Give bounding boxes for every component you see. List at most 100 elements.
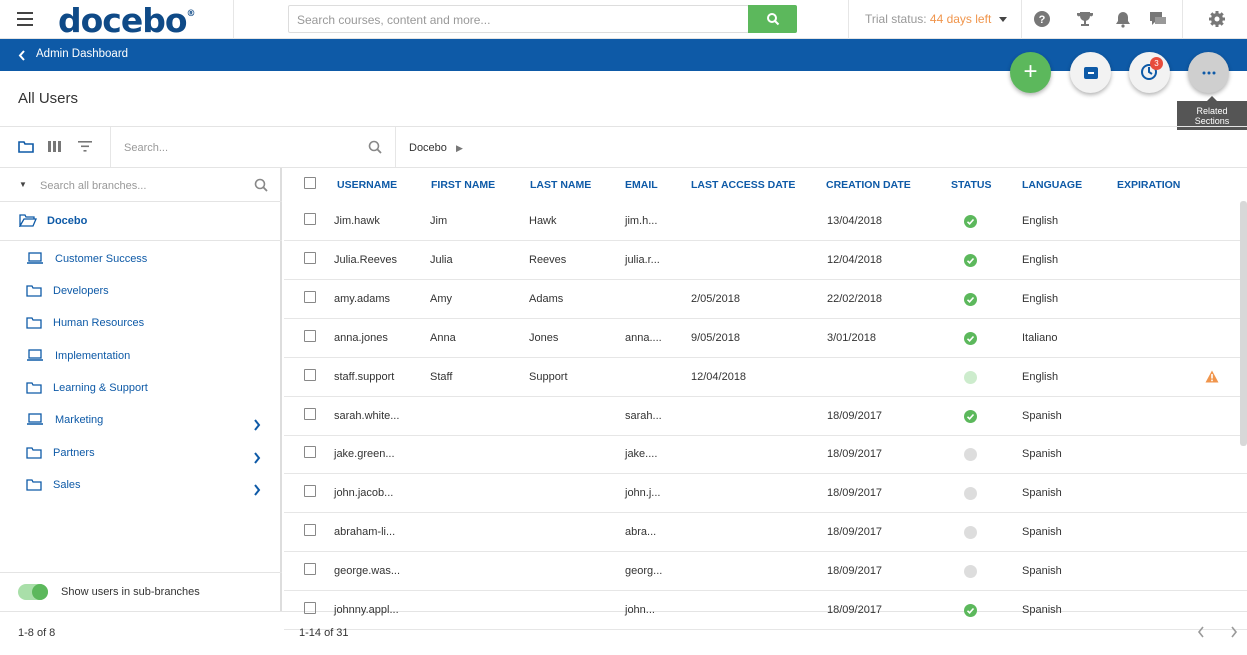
table-row[interactable] (284, 202, 1247, 241)
chat-icon[interactable] (1149, 10, 1167, 28)
trophy-icon[interactable] (1076, 10, 1094, 28)
folder-view-icon[interactable] (18, 140, 34, 153)
row-checkbox[interactable] (304, 407, 316, 420)
table-row[interactable] (284, 474, 1247, 514)
cell-username: staff.support (334, 370, 395, 383)
help-icon[interactable]: ? (1033, 10, 1051, 28)
back-link[interactable]: Admin Dashboard (36, 48, 128, 60)
divider (233, 0, 234, 39)
archive-button[interactable] (1070, 52, 1111, 93)
table-row[interactable] (284, 513, 1247, 553)
row-checkbox[interactable] (304, 368, 316, 381)
column-header-expiration[interactable]: EXPIRATION (1117, 179, 1180, 191)
cell-first-name: Anna (430, 331, 456, 344)
row-checkbox[interactable] (304, 251, 316, 264)
row-checkbox[interactable] (304, 602, 316, 614)
trial-status[interactable]: Trial status: 44 days left (865, 12, 1008, 26)
chevron-right-icon[interactable] (253, 419, 261, 431)
column-header-last-access[interactable]: LAST ACCESS DATE (691, 179, 795, 191)
gear-icon[interactable] (1208, 10, 1226, 28)
warning-icon[interactable] (1205, 370, 1219, 383)
chevron-right-icon[interactable] (253, 484, 261, 496)
branch-item-learning-support[interactable]: Learning & Support (0, 378, 280, 410)
docebo-logo[interactable]: docebo® (58, 1, 196, 40)
related-sections-button[interactable] (1188, 52, 1229, 93)
row-checkbox[interactable] (304, 213, 316, 225)
notification-badge: 3 (1150, 57, 1163, 70)
check-icon (966, 218, 975, 225)
table-row[interactable] (284, 319, 1247, 358)
table-row[interactable] (284, 435, 1247, 475)
cell-creation-date: 13/04/2018 (827, 215, 883, 227)
branch-root[interactable]: Docebo (47, 215, 87, 227)
column-header-username[interactable]: USERNAME (337, 179, 397, 191)
sub-branches-toggle[interactable] (18, 584, 48, 600)
row-checkbox[interactable] (304, 563, 316, 576)
branch-item-human-resources[interactable]: Human Resources (0, 313, 280, 345)
table-row[interactable] (284, 552, 1247, 592)
status-indicator (964, 409, 977, 423)
row-checkbox[interactable] (304, 446, 316, 459)
branch-item-marketing[interactable]: Marketing (0, 410, 280, 442)
hamburger-menu-icon[interactable] (17, 12, 33, 26)
columns-icon[interactable] (48, 141, 62, 152)
branch-item-customer-success[interactable]: Customer Success (0, 249, 280, 281)
search-icon[interactable] (254, 178, 268, 192)
column-header-status[interactable]: STATUS (951, 179, 991, 191)
breadcrumb[interactable]: Docebo ▶ (409, 142, 463, 154)
branch-item-implementation[interactable]: Implementation (0, 346, 280, 378)
row-checkbox[interactable] (304, 485, 316, 498)
row-checkbox[interactable] (304, 290, 316, 303)
cell-creation-date: 18/09/2017 (827, 409, 883, 422)
cell-creation-date: 18/09/2017 (827, 604, 883, 616)
toggle-label: Show users in sub-branches (61, 586, 200, 598)
branch-search-input[interactable]: Search all branches... (40, 180, 146, 192)
cell-last-access: 2/05/2018 (691, 292, 740, 305)
next-page-icon[interactable] (1230, 626, 1238, 638)
table-row[interactable] (284, 591, 1247, 630)
column-header-first-name[interactable]: FIRST NAME (431, 179, 495, 191)
chevron-left-icon[interactable] (18, 50, 26, 61)
row-checkbox[interactable] (304, 524, 316, 537)
column-header-email[interactable]: EMAIL (625, 179, 658, 191)
bell-icon[interactable] (1114, 10, 1132, 28)
caret-down-icon[interactable]: ▼ (19, 180, 27, 189)
laptop-icon (27, 349, 43, 361)
cell-username: amy.adams (334, 292, 391, 305)
add-button[interactable]: + (1010, 52, 1051, 93)
folder-icon (26, 317, 42, 329)
select-all-checkbox[interactable] (304, 177, 316, 189)
search-icon[interactable] (368, 140, 382, 154)
table-row[interactable] (284, 241, 1247, 280)
top-bar: docebo® Search courses, content and more… (0, 0, 1247, 40)
table-scrollbar[interactable] (1240, 201, 1247, 446)
filter-icon[interactable] (78, 141, 92, 152)
cell-creation-date: 18/09/2017 (827, 487, 883, 500)
table-row[interactable] (284, 397, 1247, 436)
column-header-last-name[interactable]: LAST NAME (530, 179, 591, 191)
svg-text:?: ? (1039, 14, 1046, 26)
branch-label: Learning & Support (53, 382, 148, 394)
branch-count: 1-8 of 8 (18, 627, 56, 639)
status-indicator (964, 215, 977, 228)
breadcrumb-item[interactable]: Docebo (409, 142, 447, 154)
branch-item-sales[interactable]: Sales (0, 475, 280, 507)
table-row[interactable] (284, 280, 1247, 319)
user-search-input[interactable]: Search... (124, 142, 168, 154)
cell-last-name: Reeves (529, 253, 567, 266)
row-checkbox[interactable] (304, 329, 316, 342)
column-header-language[interactable]: LANGUAGE (1022, 179, 1082, 191)
branch-item-developers[interactable]: Developers (0, 281, 280, 313)
global-search-input[interactable]: Search courses, content and more... (288, 5, 749, 33)
folder-icon (26, 285, 42, 297)
cell-username: johnny.appl... (334, 604, 399, 616)
divider (110, 127, 111, 168)
column-header-creation-date[interactable]: CREATION DATE (826, 179, 911, 191)
branch-item-partners[interactable]: Partners (0, 443, 280, 475)
chevron-right-icon[interactable] (253, 452, 261, 464)
trial-label: Trial status: (865, 12, 930, 26)
global-search-button[interactable] (748, 5, 797, 33)
history-button[interactable] (1129, 52, 1170, 93)
prev-page-icon[interactable] (1197, 626, 1205, 638)
table-row[interactable] (284, 358, 1247, 397)
